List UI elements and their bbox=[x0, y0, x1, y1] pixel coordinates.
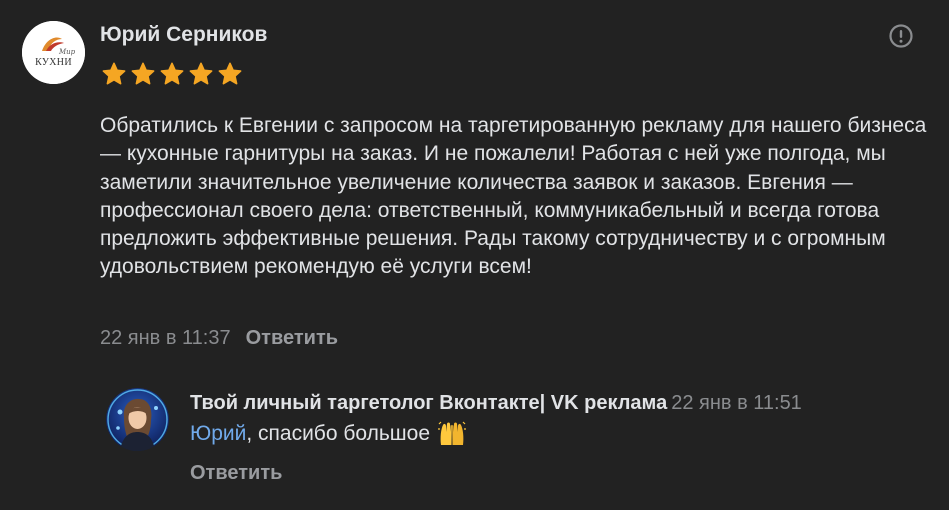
star-icon bbox=[102, 62, 126, 85]
reply-header: Твой личный таргетолог Вконтакте| VK рек… bbox=[190, 392, 802, 415]
comment-meta: 22 янв в 11:37 Ответить bbox=[100, 327, 338, 350]
kuhni-logo-text: КУХНИ bbox=[35, 57, 72, 68]
comment-text: Обратились к Евгении с запросом на тарге… bbox=[100, 114, 927, 279]
star-icon bbox=[131, 62, 155, 85]
raising-hands-icon bbox=[438, 421, 466, 447]
reply-message: , спасибо большое bbox=[246, 422, 430, 445]
reply-author-avatar[interactable] bbox=[106, 388, 169, 451]
kuhni-logo-script: Мир bbox=[58, 48, 76, 56]
reply-to-reply-button[interactable]: Ответить bbox=[190, 462, 282, 485]
rating-stars bbox=[101, 61, 243, 87]
author-avatar[interactable]: Мир КУХНИ bbox=[22, 21, 85, 84]
reply-text: Юрий, спасибо большое bbox=[190, 421, 466, 447]
kuhni-logo-icon: Мир КУХНИ bbox=[22, 21, 85, 84]
star-icon bbox=[160, 62, 184, 85]
reply-author[interactable]: Твой личный таргетолог Вконтакте| VK рек… bbox=[190, 392, 667, 414]
reply-button[interactable]: Ответить bbox=[246, 327, 338, 350]
exclamation-circle-icon[interactable] bbox=[888, 23, 914, 49]
reply-mention-link[interactable]: Юрий bbox=[190, 422, 246, 446]
star-icon bbox=[189, 62, 213, 85]
comment-author[interactable]: Юрий Серников bbox=[100, 23, 267, 47]
reply-timestamp[interactable]: 22 янв в 11:51 bbox=[671, 392, 802, 414]
comment-timestamp[interactable]: 22 янв в 11:37 bbox=[100, 327, 231, 350]
star-icon bbox=[218, 62, 242, 85]
